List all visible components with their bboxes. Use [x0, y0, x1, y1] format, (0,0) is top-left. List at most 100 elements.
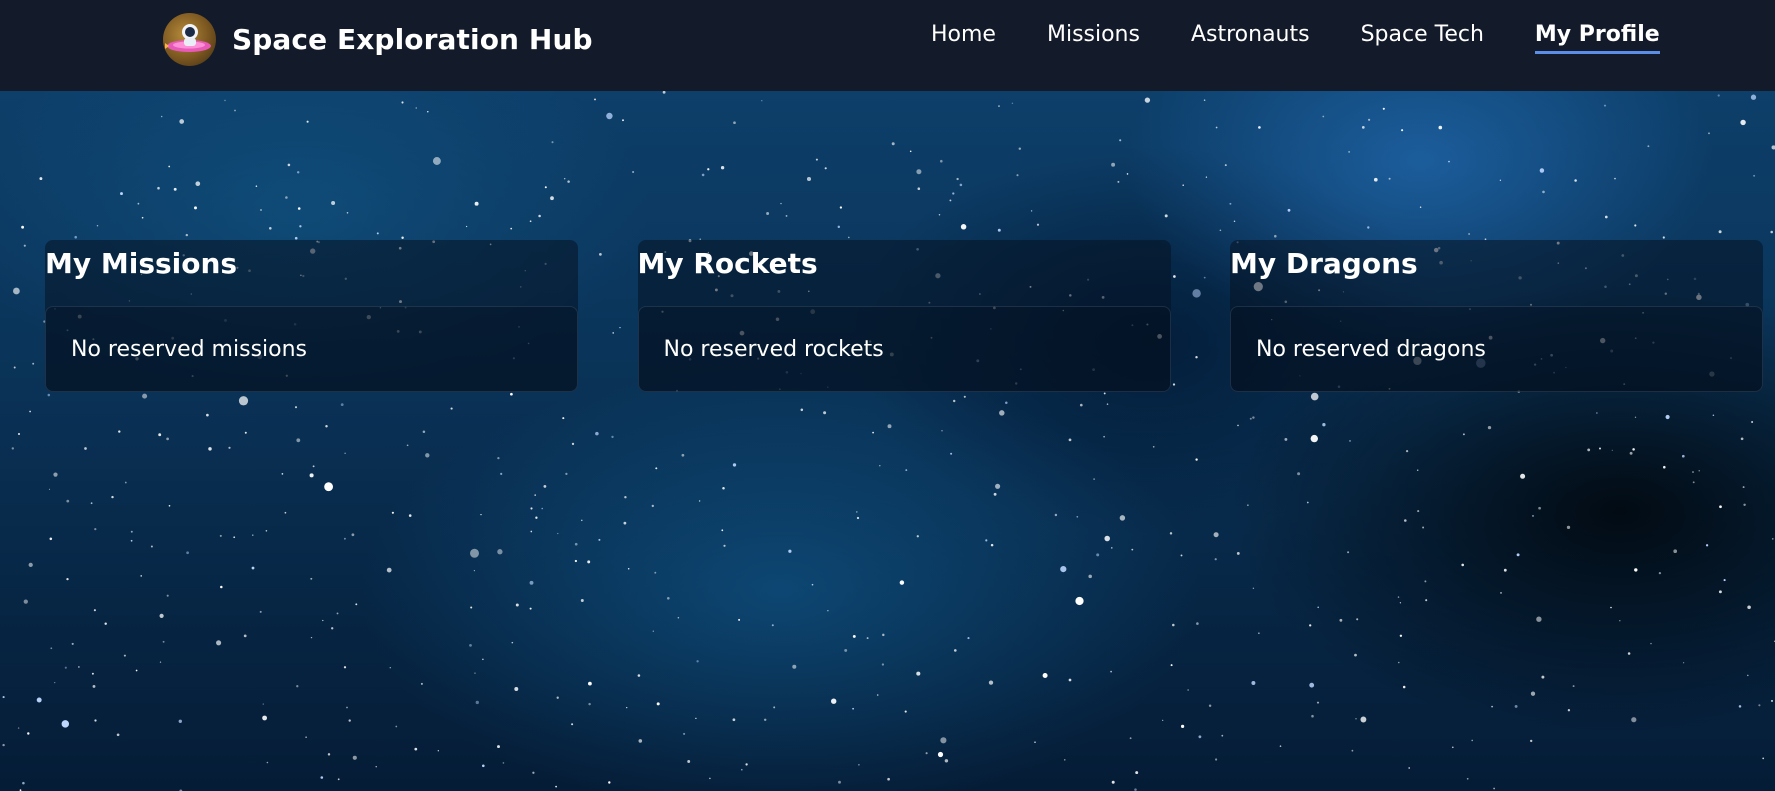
star: [1252, 587, 1255, 589]
star: [50, 647, 53, 650]
star: [1064, 759, 1066, 761]
star: [497, 549, 503, 555]
star: [916, 535, 919, 538]
star: [529, 580, 534, 585]
star: [1491, 705, 1494, 708]
star: [707, 168, 710, 171]
star: [1351, 749, 1354, 752]
star: [852, 634, 856, 638]
star: [887, 424, 892, 429]
star: [1632, 448, 1635, 451]
star: [312, 465, 315, 468]
star: [1252, 416, 1255, 419]
star: [1742, 486, 1745, 489]
star: [1182, 184, 1184, 186]
star: [654, 571, 657, 574]
star: [529, 607, 532, 610]
star: [1284, 437, 1288, 441]
star: [1287, 208, 1291, 212]
star: [150, 545, 153, 548]
star: [1274, 234, 1277, 238]
star: [432, 157, 441, 165]
star: [1514, 704, 1518, 708]
star: [761, 100, 763, 102]
star: [1500, 592, 1502, 594]
star: [130, 530, 133, 533]
star: [1093, 478, 1095, 480]
nav-home[interactable]: Home: [931, 22, 996, 54]
star: [116, 733, 120, 737]
star: [255, 185, 258, 187]
star: [1180, 724, 1185, 729]
star: [1076, 515, 1079, 518]
star: [891, 142, 895, 146]
star: [375, 766, 377, 768]
star: [1629, 451, 1633, 455]
star: [721, 529, 724, 532]
star: [1187, 689, 1189, 691]
star: [866, 637, 869, 640]
star: [13, 366, 16, 369]
star: [265, 530, 268, 532]
star: [195, 181, 201, 187]
star: [1738, 705, 1742, 708]
star: [331, 627, 334, 630]
star: [999, 410, 1005, 416]
star: [637, 674, 641, 677]
star: [622, 119, 624, 122]
star: [178, 719, 182, 723]
star: [1169, 532, 1173, 535]
star: [1770, 230, 1773, 234]
star: [96, 225, 99, 227]
star: [415, 107, 417, 109]
star: [745, 763, 748, 766]
nav-astronauts[interactable]: Astronauts: [1191, 22, 1310, 54]
star: [94, 527, 97, 531]
star: [940, 737, 947, 744]
star: [91, 672, 94, 675]
star: [1598, 447, 1602, 450]
star: [21, 225, 25, 229]
star: [331, 201, 336, 205]
star: [606, 112, 613, 120]
star: [206, 413, 209, 417]
star: [720, 166, 725, 170]
star: [1221, 734, 1224, 737]
star: [815, 158, 818, 161]
star: [785, 214, 788, 217]
nav-missions[interactable]: Missions: [1047, 22, 1140, 54]
star: [1539, 168, 1545, 173]
star: [1692, 471, 1694, 473]
star: [773, 706, 776, 709]
star: [1297, 472, 1301, 476]
star: [738, 618, 741, 621]
star: [1126, 173, 1129, 175]
star: [474, 201, 479, 206]
star: [876, 694, 879, 696]
star: [1309, 682, 1315, 688]
star: [13, 287, 20, 295]
nav-my-profile[interactable]: My Profile: [1534, 22, 1660, 54]
star: [1367, 226, 1370, 229]
star: [1356, 618, 1359, 621]
star: [465, 225, 468, 228]
star: [1740, 437, 1744, 441]
star: [960, 224, 967, 230]
star: [1310, 434, 1318, 443]
star: [1034, 741, 1036, 743]
brand[interactable]: Space Exploration Hub: [163, 11, 593, 67]
star: [166, 594, 169, 597]
star: [1219, 229, 1222, 232]
star: [1541, 675, 1545, 679]
star: [956, 177, 959, 181]
star: [937, 751, 944, 758]
star: [1596, 412, 1598, 414]
star: [1451, 746, 1454, 749]
nav-space-tech[interactable]: Space Tech: [1361, 22, 1484, 54]
star: [1096, 553, 1100, 557]
star: [941, 430, 943, 432]
star: [1054, 513, 1058, 517]
star: [74, 235, 77, 239]
star: [1111, 547, 1113, 549]
star: [1567, 709, 1571, 712]
